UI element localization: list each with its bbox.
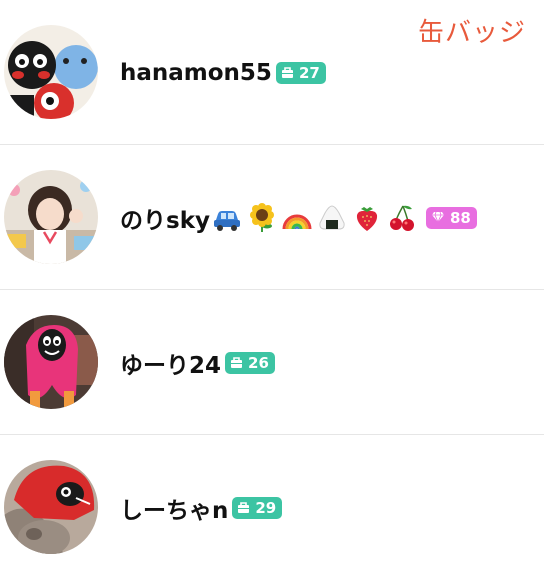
car-emoji xyxy=(212,203,242,233)
strawberry-emoji xyxy=(352,203,382,233)
badge-count-value: 26 xyxy=(248,353,269,372)
username[interactable]: のりsky xyxy=(120,201,210,235)
rice-ball-emoji xyxy=(317,203,347,233)
diamond-icon xyxy=(431,209,445,227)
badge-count-value: 29 xyxy=(255,498,277,517)
bag-icon xyxy=(281,64,294,82)
list-item[interactable]: ゆーり24 26 xyxy=(0,290,544,435)
username[interactable]: ゆーり24 xyxy=(120,346,221,380)
cherries-emoji xyxy=(387,203,417,233)
bag-icon xyxy=(237,499,250,517)
badge-count: 88 xyxy=(425,206,477,229)
username[interactable]: hanamon55 xyxy=(120,60,272,86)
list-item[interactable]: しーちゃn 29 xyxy=(0,435,544,580)
bag-icon xyxy=(230,354,243,372)
rainbow-emoji xyxy=(282,203,312,233)
badge-count: 27 xyxy=(275,61,326,84)
username[interactable]: しーちゃn xyxy=(120,491,228,525)
user-list: hanamon55 27 のりsky 88 ゆーり24 26 しーちゃn 29 xyxy=(0,0,544,580)
sunflower-emoji xyxy=(247,202,277,233)
list-item[interactable]: のりsky 88 xyxy=(0,145,544,290)
avatar[interactable] xyxy=(4,460,98,554)
badge-count: 29 xyxy=(232,496,283,519)
badge-count-value: 88 xyxy=(449,208,471,227)
avatar[interactable] xyxy=(4,315,98,409)
avatar[interactable] xyxy=(4,170,98,264)
username-emojis xyxy=(212,202,422,233)
badge-count-value: 27 xyxy=(298,63,320,82)
list-item[interactable]: hanamon55 27 xyxy=(0,0,544,145)
avatar[interactable] xyxy=(4,25,98,119)
badge-count: 26 xyxy=(225,351,275,374)
